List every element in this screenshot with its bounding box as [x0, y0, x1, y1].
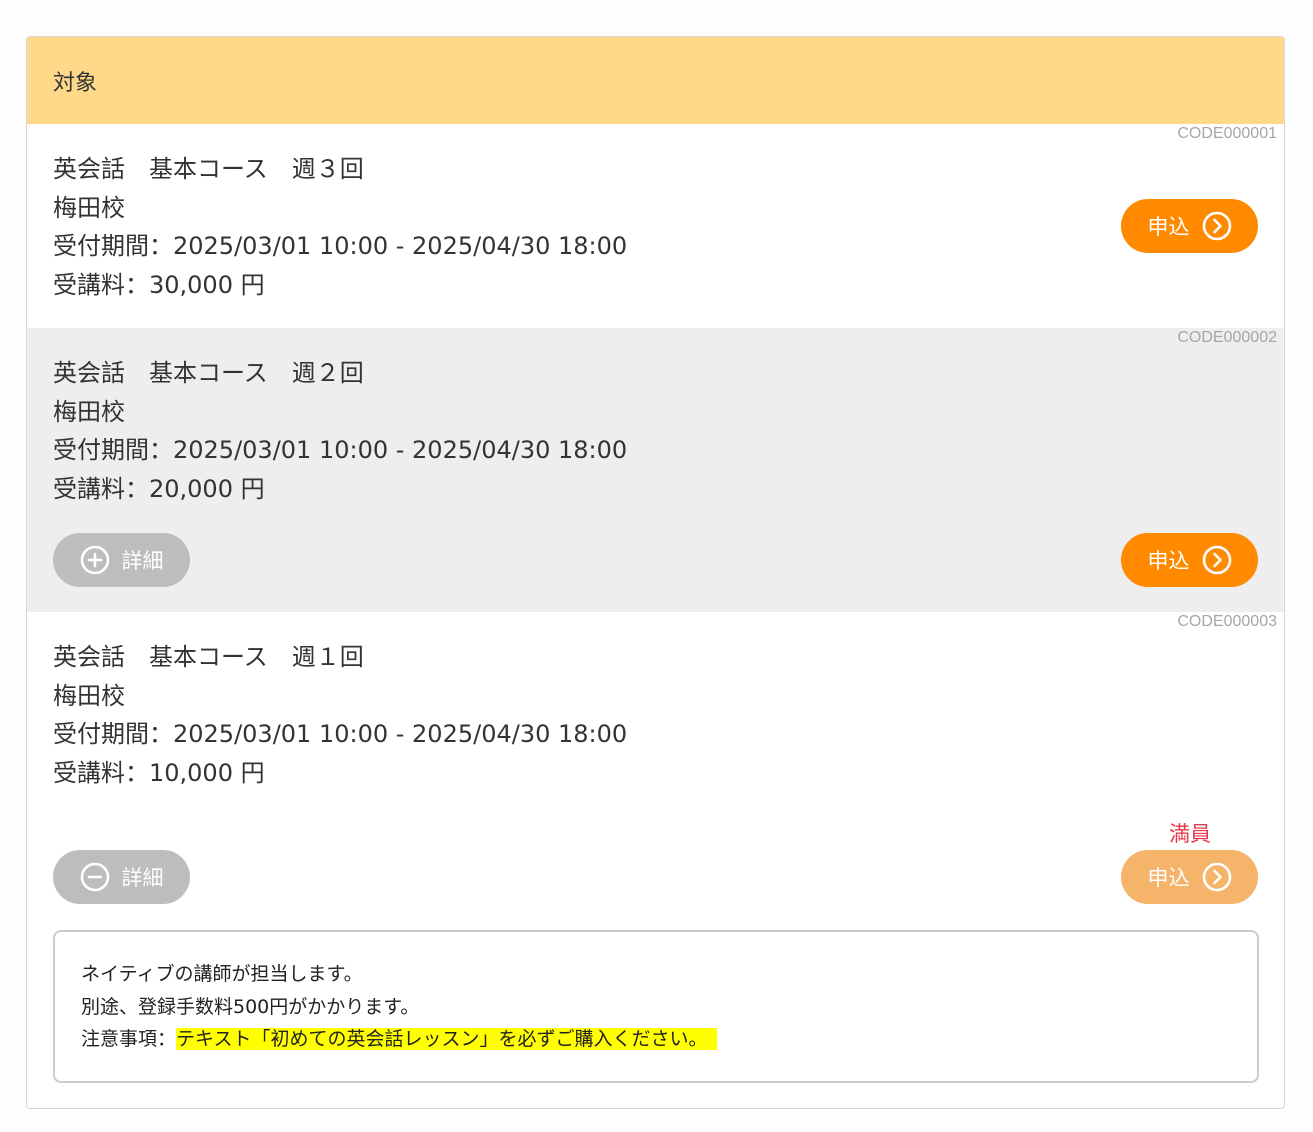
course-period: 受付期間：2025/03/01 10:00 - 2025/04/30 18:00 [53, 436, 628, 464]
course-fee: 受講料：10,000 円 [53, 758, 265, 787]
apply-button[interactable]: 申込 [1121, 533, 1258, 587]
chevron-right-circle-icon [1202, 545, 1231, 575]
minus-circle-icon [80, 862, 109, 892]
course-school: 梅田校 [53, 193, 125, 222]
detail-line: 別途、登録手数料500円がかかります。 [81, 995, 420, 1018]
detail-button-label: 詳細 [121, 866, 164, 890]
course-fee: 受講料：20,000 円 [53, 474, 265, 503]
course-school: 梅田校 [53, 397, 125, 426]
course-panel: 対象 CODE000001 英会話 基本コース 週３回 梅田校 受付期間：202… [26, 36, 1285, 1109]
course-info: 英会話 基本コース 週２回 梅田校 受付期間：2025/03/01 10:00 … [53, 354, 627, 508]
course-code: CODE000001 [1177, 125, 1277, 142]
course-name: 英会話 基本コース 週１回 [53, 643, 364, 671]
detail-button-label: 詳細 [121, 549, 164, 573]
detail-toggle-button[interactable]: 詳細 [53, 533, 190, 587]
course-period: 受付期間：2025/03/01 10:00 - 2025/04/30 18:00 [53, 720, 628, 748]
detail-notice-line: 注意事項：テキスト「初めての英会話レッスン」を必ずご購入ください。 [81, 1023, 1231, 1056]
course-name: 英会話 基本コース 週３回 [53, 155, 364, 183]
course-detail-box: ネイティブの講師が担当します。 別途、登録手数料500円がかかります。 注意事項… [53, 930, 1259, 1083]
course-code: CODE000002 [1177, 329, 1277, 346]
apply-button-label: 申込 [1147, 866, 1190, 890]
notice-label: 注意事項： [81, 1028, 177, 1050]
course-school: 梅田校 [53, 681, 125, 710]
course-period: 受付期間：2025/03/01 10:00 - 2025/04/30 18:00 [53, 232, 628, 260]
course-info: 英会話 基本コース 週３回 梅田校 受付期間：2025/03/01 10:00 … [53, 150, 627, 304]
course-code: CODE000003 [1177, 613, 1277, 630]
apply-button-label: 申込 [1147, 215, 1190, 239]
detail-line: ネイティブの講師が担当します。 [81, 963, 363, 985]
apply-button-disabled: 申込 [1121, 850, 1258, 904]
full-status-label: 満員 [1169, 822, 1211, 846]
chevron-right-circle-icon [1202, 211, 1231, 241]
detail-toggle-button[interactable]: 詳細 [53, 850, 190, 904]
course-name: 英会話 基本コース 週２回 [53, 359, 364, 387]
course-item: CODE000002 英会話 基本コース 週２回 梅田校 受付期間：2025/0… [27, 328, 1284, 612]
plus-circle-icon [80, 545, 109, 575]
apply-button[interactable]: 申込 [1121, 199, 1258, 253]
course-item: CODE000001 英会話 基本コース 週３回 梅田校 受付期間：2025/0… [27, 124, 1284, 328]
panel-header: 対象 [27, 37, 1284, 124]
course-info: 英会話 基本コース 週１回 梅田校 受付期間：2025/03/01 10:00 … [53, 638, 627, 792]
chevron-right-circle-icon [1202, 862, 1231, 892]
apply-button-label: 申込 [1147, 549, 1190, 573]
course-fee: 受講料：30,000 円 [53, 270, 265, 299]
panel-title: 対象 [53, 70, 98, 96]
notice-highlight: テキスト「初めての英会話レッスン」を必ずご購入ください。 [176, 1028, 718, 1050]
course-item: CODE000003 英会話 基本コース 週１回 梅田校 受付期間：2025/0… [27, 612, 1284, 1108]
